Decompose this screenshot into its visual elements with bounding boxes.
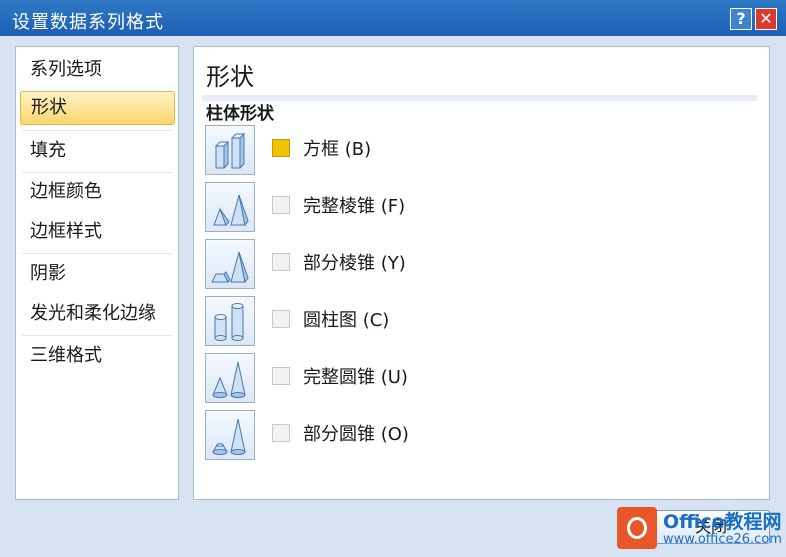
partial-cone-label[interactable]: 部分圆锥 (O) [303,420,409,446]
sidebar-item-border-style[interactable]: 边框样式 [20,215,175,249]
cylinder-radio[interactable] [272,310,290,328]
watermark-title: Office教程网 [663,511,782,533]
sidebar-divider [22,130,172,131]
box-shape-radio[interactable] [272,139,290,157]
sidebar-divider [22,172,172,173]
sidebar-item-series-options[interactable]: 系列选项 [20,53,175,87]
full-pyramid-radio[interactable] [272,196,290,214]
column-shape-label: 柱体形状 [206,104,274,124]
watermark: Office教程网 www.office26.com [617,503,782,553]
partial-pyramid-shape-icon[interactable] [205,239,255,289]
cylinder-shape-icon[interactable] [205,296,255,346]
sidebar-item-shape[interactable]: 形状 [20,91,175,125]
category-sidebar: 系列选项 形状 填充 边框颜色 边框样式 阴影 发光和柔化边缘 三维格式 [15,46,179,500]
partial-pyramid-radio[interactable] [272,253,290,271]
panel-heading: 形状 [206,63,254,91]
heading-divider [202,95,757,101]
full-pyramid-label[interactable]: 完整棱锥 (F) [303,192,405,218]
window-title: 设置数据系列格式 [12,12,164,33]
box-shape-icon[interactable] [205,125,255,175]
sidebar-divider [22,335,172,336]
sidebar-item-shadow[interactable]: 阴影 [20,257,175,291]
full-pyramid-shape-icon[interactable] [205,182,255,232]
help-button[interactable]: ? [730,8,752,30]
partial-cone-radio[interactable] [272,424,290,442]
box-shape-label[interactable]: 方框 (B) [303,135,371,161]
sidebar-item-fill[interactable]: 填充 [20,134,175,168]
format-data-series-dialog: 设置数据系列格式 ? ✕ 系列选项 形状 填充 边框颜色 边框样式 阴影 发光和… [0,0,786,557]
partial-cone-shape-icon[interactable] [205,410,255,460]
sidebar-item-glow-soft-edges[interactable]: 发光和柔化边缘 [20,297,175,331]
partial-pyramid-label[interactable]: 部分棱锥 (Y) [303,249,406,275]
shape-settings-panel: 形状 柱体形状 方框 (B) 完整棱锥 (F) 部分棱锥 (Y) 圆柱图 (C)… [193,46,770,500]
full-cone-label[interactable]: 完整圆锥 (U) [303,363,408,389]
full-cone-shape-icon[interactable] [205,353,255,403]
full-cone-radio[interactable] [272,367,290,385]
sidebar-item-border-color[interactable]: 边框颜色 [20,175,175,209]
office-logo-icon [617,507,657,549]
cylinder-label[interactable]: 圆柱图 (C) [303,306,389,332]
sidebar-item-3d-format[interactable]: 三维格式 [20,339,175,373]
close-window-button[interactable]: ✕ [755,8,777,30]
watermark-url: www.office26.com [663,532,782,547]
title-bar: 设置数据系列格式 ? ✕ [0,0,786,36]
sidebar-divider [22,253,172,254]
